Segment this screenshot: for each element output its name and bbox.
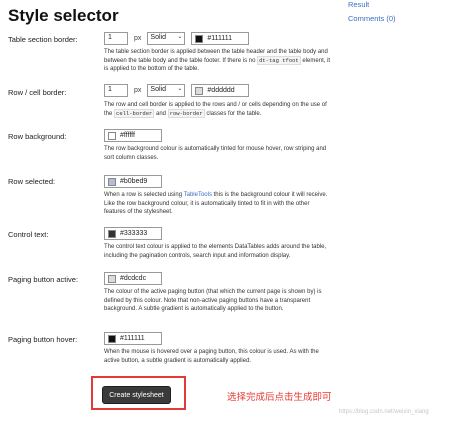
color-value: #ffffff [120,132,135,139]
annotation-text: 选择完成后点击生成即可 [227,392,332,403]
paging-button-active-description: The colour of the active paging button (… [104,289,322,313]
table-section-border-description: The table section border is applied betw… [104,49,331,73]
watermark: https://blog.csdn.net/weixin_xiang [339,409,429,415]
control-text-color-picker[interactable]: #333333 [104,227,162,240]
px-unit-label: px [134,35,142,42]
row-cell-border-style-select[interactable]: Solid ⌄ [147,84,186,97]
paging-button-hover-description: When the mouse is hovered over a paging … [104,349,319,364]
row-cell-border-label: Row / cell border: [8,88,67,97]
color-swatch [108,177,116,186]
control-text-controls: #333333 [104,227,162,240]
code-snippet: row-border [167,108,205,118]
color-value: #333333 [120,230,148,237]
color-swatch [108,229,116,238]
page-title: Style selector [8,6,119,25]
color-swatch [195,34,204,43]
row-selected-controls: #b0bed9 [104,175,162,188]
color-value: #b0bed9 [120,178,148,185]
control-text-label: Control text: [8,230,49,239]
paging-button-active-color-picker[interactable]: #dcdcdc [104,272,162,285]
select-value: Solid [150,86,166,93]
table-section-border-label: Table section border: [8,35,78,44]
color-swatch [108,131,116,140]
row-cell-border-controls: 1 px Solid ⌄ #dddddd [104,84,250,97]
row-background-label: Row background: [8,132,67,141]
comments-link[interactable]: Comments (0) [348,14,396,23]
result-link[interactable]: Result [348,0,369,9]
code-snippet: dt-tag tfoot [257,55,301,65]
color-value: #dcdcdc [120,275,147,282]
color-swatch [108,274,116,283]
table-section-border-color-picker[interactable]: #111111 [191,32,250,45]
select-value: Solid [150,34,166,41]
table-section-border-controls: 1 px Solid ⌄ #111111 [104,32,250,45]
row-background-color-picker[interactable]: #ffffff [104,129,162,142]
tabletools-link[interactable]: TableTools [184,192,212,198]
row-selected-color-picker[interactable]: #b0bed9 [104,175,162,188]
paging-button-hover-label: Paging button hover: [8,335,78,344]
paging-button-active-label: Paging button active: [8,275,79,284]
paging-button-active-controls: #dcdcdc [104,272,162,285]
chevron-down-icon: ⌄ [177,34,183,40]
color-value: #111111 [120,335,145,342]
color-value: #dddddd [207,87,235,94]
row-selected-label: Row selected: [8,177,56,186]
row-cell-border-width-input[interactable]: 1 [104,84,128,97]
color-swatch [195,86,204,95]
create-stylesheet-button[interactable]: Create stylesheet [102,386,171,404]
paging-button-hover-color-picker[interactable]: #111111 [104,332,162,345]
row-cell-border-color-picker[interactable]: #dddddd [191,84,250,97]
paging-button-hover-controls: #111111 [104,332,162,345]
table-section-border-width-input[interactable]: 1 [104,32,128,45]
row-background-description: The row background colour is automatical… [104,146,327,161]
color-swatch [108,334,116,343]
table-section-border-style-select[interactable]: Solid ⌄ [147,32,186,45]
row-cell-border-description: The row and cell border is applied to th… [104,102,327,118]
color-value: #111111 [207,35,233,42]
px-unit-label: px [134,87,142,94]
control-text-description: The control text colour is applied to th… [104,244,327,259]
row-background-controls: #ffffff [104,129,162,142]
row-selected-description: When a row is selected using TableTools … [104,192,328,216]
chevron-down-icon: ⌄ [177,86,183,92]
code-snippet: cell-border [114,108,155,118]
